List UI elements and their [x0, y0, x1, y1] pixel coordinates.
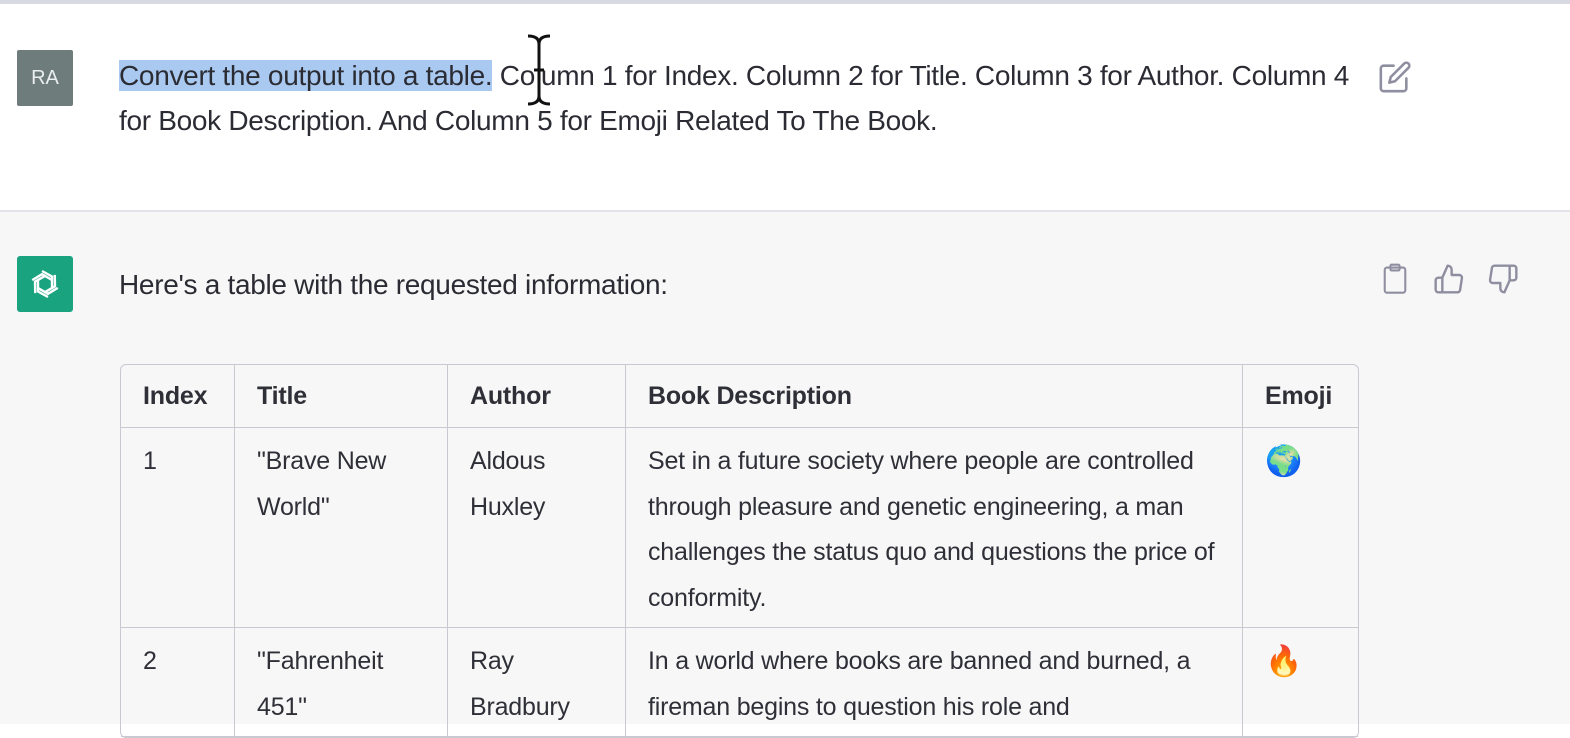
header-book-description: Book Description	[626, 365, 1243, 428]
edit-message-button[interactable]	[1378, 60, 1412, 94]
avatar-initials: RA	[31, 66, 59, 89]
cell-index: 2	[121, 628, 235, 737]
thumbs-down-icon	[1488, 264, 1518, 294]
cell-author: Aldous Huxley	[448, 428, 626, 628]
edit-icon	[1379, 61, 1411, 93]
thumbs-down-button[interactable]	[1486, 260, 1520, 298]
cell-description: In a world where books are banned and bu…	[626, 628, 1243, 737]
copy-button[interactable]	[1378, 260, 1412, 298]
table-header-row: Index Title Author Book Description Emoj…	[121, 365, 1358, 428]
table-row: 1 "Brave New World" Aldous Huxley Set in…	[121, 428, 1358, 628]
thumbs-up-button[interactable]	[1432, 260, 1466, 298]
header-index: Index	[121, 365, 235, 428]
fire-emoji: 🔥	[1243, 628, 1358, 737]
globe-emoji: 🌍	[1243, 428, 1358, 628]
table-row: 2 "Fahrenheit 451" Ray Bradbury In a wor…	[121, 628, 1358, 737]
message-actions	[1378, 260, 1520, 298]
cell-index: 1	[121, 428, 235, 628]
assistant-message: Here's a table with the requested inform…	[0, 212, 1570, 738]
text-cursor-icon	[527, 32, 551, 108]
cell-title: "Fahrenheit 451"	[235, 628, 448, 737]
header-author: Author	[448, 365, 626, 428]
openai-logo-icon	[31, 269, 59, 299]
avatar: RA	[17, 50, 73, 106]
user-message-text[interactable]: Convert the output into a table. Column …	[119, 53, 1359, 143]
cell-description: Set in a future society where people are…	[626, 428, 1243, 628]
cell-title: "Brave New World"	[235, 428, 448, 628]
header-emoji: Emoji	[1243, 365, 1358, 428]
thumbs-up-icon	[1434, 264, 1464, 294]
selected-text[interactable]: Convert the output into a table.	[119, 60, 493, 91]
header-title: Title	[235, 365, 448, 428]
cell-author: Ray Bradbury	[448, 628, 626, 737]
assistant-intro-text: Here's a table with the requested inform…	[119, 269, 668, 300]
books-table: Index Title Author Book Description Emoj…	[120, 364, 1359, 738]
assistant-avatar	[17, 256, 73, 312]
user-message: RA Convert the output into a table. Colu…	[0, 4, 1570, 212]
copy-icon	[1383, 263, 1407, 294]
